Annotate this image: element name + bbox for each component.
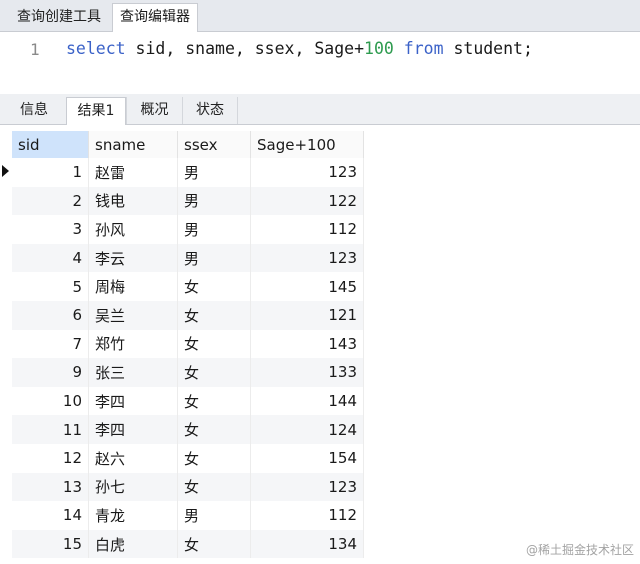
code-number: 100 [364, 39, 394, 58]
cell-sname[interactable]: 周梅 [88, 272, 178, 301]
cell-sname[interactable]: 李四 [88, 415, 178, 444]
column-header-sname[interactable]: sname [88, 131, 178, 158]
table-row[interactable]: 6 吴兰女 121 [6, 300, 364, 330]
result-tab-bar: 信息 结果1 概况 状态 [0, 94, 640, 125]
cell-sage[interactable]: 123 [250, 472, 364, 502]
tab-profile[interactable]: 概况 [126, 97, 182, 124]
cell-sid[interactable]: 9 [12, 358, 89, 387]
header-row: sid sname ssex Sage+100 [6, 131, 364, 158]
cell-sage[interactable]: 122 [250, 186, 364, 216]
cell-ssex[interactable]: 男 [177, 501, 251, 530]
sql-editor[interactable]: 1 select sid, sname, ssex, Sage+100 from… [0, 32, 640, 94]
cell-sid[interactable]: 13 [12, 472, 89, 502]
column-header-sage[interactable]: Sage+100 [250, 131, 364, 158]
cell-sname[interactable]: 李四 [88, 386, 178, 416]
cell-sid[interactable]: 10 [12, 386, 89, 416]
cell-sage[interactable]: 112 [250, 215, 364, 244]
table-row[interactable]: 3 孙风男 112 [6, 215, 364, 244]
cell-ssex[interactable]: 女 [177, 329, 251, 359]
column-header-ssex[interactable]: ssex [177, 131, 251, 158]
cell-sid[interactable]: 6 [12, 300, 89, 330]
cell-sage[interactable]: 143 [250, 329, 364, 359]
cell-sage[interactable]: 154 [250, 443, 364, 473]
tab-status[interactable]: 状态 [182, 97, 238, 124]
cell-ssex[interactable]: 女 [177, 300, 251, 330]
cell-sid[interactable]: 4 [12, 243, 89, 273]
cell-sname[interactable]: 白虎 [88, 529, 178, 559]
keyword-select: select [66, 39, 126, 58]
cell-sname[interactable]: 孙风 [88, 215, 178, 244]
code-columns: sid, sname, ssex, Sage+ [125, 39, 365, 58]
cell-sname[interactable]: 钱电 [88, 186, 178, 216]
cell-ssex[interactable]: 男 [177, 215, 251, 244]
cell-sage[interactable]: 123 [250, 243, 364, 273]
sql-code-line[interactable]: select sid, sname, ssex, Sage+100 from s… [66, 39, 533, 58]
cell-ssex[interactable]: 女 [177, 272, 251, 301]
table-row[interactable]: 13 孙七女 123 [6, 472, 364, 502]
cell-sage[interactable]: 144 [250, 386, 364, 416]
cell-sage[interactable]: 134 [250, 529, 364, 559]
result-table: sid sname ssex Sage+100 1 赵雷男 123 2 钱电男 122 3 孙… [2, 131, 364, 559]
cell-sid[interactable]: 15 [12, 529, 89, 559]
column-header-sid[interactable]: sid [12, 131, 89, 158]
cell-sname[interactable]: 赵六 [88, 443, 178, 473]
cell-sid[interactable]: 1 [12, 158, 89, 187]
cell-ssex[interactable]: 女 [177, 358, 251, 387]
cell-sid[interactable]: 2 [12, 186, 89, 216]
cell-ssex[interactable]: 男 [177, 186, 251, 216]
tab-result-1[interactable]: 结果1 [66, 97, 126, 125]
cell-sage[interactable]: 124 [250, 415, 364, 444]
tab-query-editor[interactable]: 查询编辑器 [112, 3, 198, 32]
cell-sage[interactable]: 145 [250, 272, 364, 301]
cell-sname[interactable]: 孙七 [88, 472, 178, 502]
cell-sid[interactable]: 7 [12, 329, 89, 359]
result-grid: sid sname ssex Sage+100 1 赵雷男 123 2 钱电男 122 3 孙… [0, 125, 640, 564]
table-row[interactable]: 2 钱电男 122 [6, 186, 364, 216]
cell-ssex[interactable]: 女 [177, 386, 251, 416]
watermark: @稀土掘金技术社区 [525, 543, 634, 557]
current-row-pointer-icon [2, 165, 9, 178]
cell-sid[interactable]: 12 [12, 443, 89, 473]
cell-sid[interactable]: 11 [12, 415, 89, 444]
cell-ssex[interactable]: 女 [177, 529, 251, 559]
table-row[interactable]: 9 张三女 133 [6, 358, 364, 387]
table-row[interactable]: 12 赵六女 154 [6, 443, 364, 473]
keyword-from: from [393, 39, 444, 58]
cell-sname[interactable]: 张三 [88, 358, 178, 387]
cell-sage[interactable]: 133 [250, 358, 364, 387]
cell-sage[interactable]: 121 [250, 300, 364, 330]
table-row[interactable]: 11 李四女 124 [6, 415, 364, 444]
code-table: student; [443, 39, 533, 58]
table-row[interactable]: 14 青龙男 112 [6, 501, 364, 530]
tab-info[interactable]: 信息 [6, 97, 62, 124]
table-row[interactable]: 15 白虎女 134 [6, 529, 364, 559]
cell-sname[interactable]: 郑竹 [88, 329, 178, 359]
table-row[interactable]: 5 周梅女 145 [6, 272, 364, 301]
cell-sname[interactable]: 吴兰 [88, 300, 178, 330]
cell-sid[interactable]: 3 [12, 215, 89, 244]
cell-ssex[interactable]: 女 [177, 472, 251, 502]
cell-ssex[interactable]: 男 [177, 243, 251, 273]
cell-sid[interactable]: 5 [12, 272, 89, 301]
cell-sage[interactable]: 123 [250, 158, 364, 187]
line-number: 1 [30, 40, 40, 59]
cell-ssex[interactable]: 男 [177, 158, 251, 187]
cell-sid[interactable]: 14 [12, 501, 89, 530]
tab-query-builder[interactable]: 查询创建工具 [6, 4, 112, 31]
table-row[interactable]: 4 李云男 123 [6, 243, 364, 273]
cell-sname[interactable]: 赵雷 [88, 158, 178, 187]
cell-sage[interactable]: 112 [250, 501, 364, 530]
editor-tab-bar: 查询创建工具 查询编辑器 [0, 0, 640, 32]
cell-sname[interactable]: 青龙 [88, 501, 178, 530]
table-row[interactable]: 7 郑竹女 143 [6, 329, 364, 359]
cell-sname[interactable]: 李云 [88, 243, 178, 273]
table-row[interactable]: 1 赵雷男 123 [2, 158, 364, 187]
cell-ssex[interactable]: 女 [177, 443, 251, 473]
table-row[interactable]: 10 李四女 144 [6, 386, 364, 416]
cell-ssex[interactable]: 女 [177, 415, 251, 444]
